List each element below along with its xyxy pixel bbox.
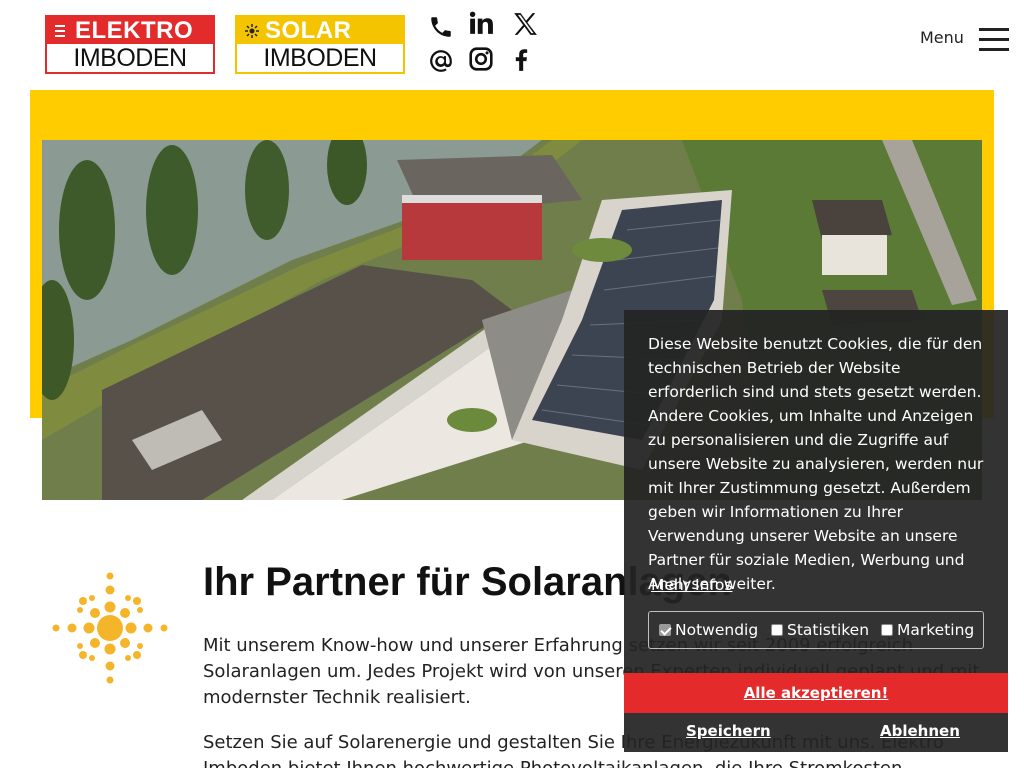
linkedin-icon[interactable] bbox=[468, 10, 494, 36]
more-info-link[interactable]: Mehr Infos bbox=[651, 576, 732, 594]
cookie-options: Notwendig Statistiken Marketing bbox=[648, 611, 984, 649]
checkbox-marketing[interactable] bbox=[881, 624, 893, 636]
option-marketing[interactable]: Marketing bbox=[881, 621, 974, 639]
cookie-banner: Diese Website benutzt Cookies, die für d… bbox=[624, 310, 1008, 752]
logo-solar-word: SOLAR bbox=[265, 16, 352, 44]
logo-elektro-top: ELEKTRO bbox=[47, 17, 213, 44]
logo-solar-bottom: IMBODEN bbox=[237, 44, 403, 72]
instagram-icon[interactable] bbox=[468, 46, 494, 72]
elektro-mark-icon bbox=[55, 24, 65, 37]
email-at-icon[interactable] bbox=[428, 48, 454, 74]
option-marketing-label: Marketing bbox=[897, 621, 975, 639]
reject-button[interactable]: Ablehnen bbox=[880, 722, 960, 740]
cookie-text: Diese Website benutzt Cookies, die für d… bbox=[648, 335, 984, 593]
phone-icon[interactable] bbox=[428, 14, 454, 40]
page: ELEKTRO IMBODEN SOLAR IMBODEN Menu Ihr P… bbox=[0, 0, 1024, 768]
hamburger-icon bbox=[979, 28, 1009, 52]
facebook-icon[interactable] bbox=[508, 46, 534, 72]
sun-mark-icon bbox=[245, 23, 259, 38]
accept-all-button[interactable]: Alle akzeptieren! bbox=[624, 673, 1008, 713]
x-icon[interactable] bbox=[512, 11, 538, 37]
menu-toggle[interactable]: Menu bbox=[920, 22, 1015, 54]
checkbox-statistiken[interactable] bbox=[771, 624, 783, 636]
menu-label: Menu bbox=[920, 28, 964, 47]
logo-solar-top: SOLAR bbox=[237, 17, 403, 44]
logo-elektro-bottom: IMBODEN bbox=[47, 44, 213, 72]
option-notwendig-label: Notwendig bbox=[675, 621, 759, 639]
option-notwendig[interactable]: Notwendig bbox=[659, 621, 758, 639]
social-links bbox=[428, 10, 548, 76]
site-header: ELEKTRO IMBODEN SOLAR IMBODEN Menu bbox=[0, 0, 1024, 90]
option-statistiken-label: Statistiken bbox=[787, 621, 870, 639]
logo-solar-imboden[interactable]: SOLAR IMBODEN bbox=[235, 15, 405, 74]
sun-icon bbox=[52, 572, 168, 684]
logo-elektro-word: ELEKTRO bbox=[75, 16, 194, 44]
checkbox-notwendig[interactable] bbox=[659, 624, 671, 636]
logo-elektro-imboden[interactable]: ELEKTRO IMBODEN bbox=[45, 15, 215, 74]
save-button[interactable]: Speichern bbox=[686, 722, 771, 740]
option-statistiken[interactable]: Statistiken bbox=[771, 621, 869, 639]
